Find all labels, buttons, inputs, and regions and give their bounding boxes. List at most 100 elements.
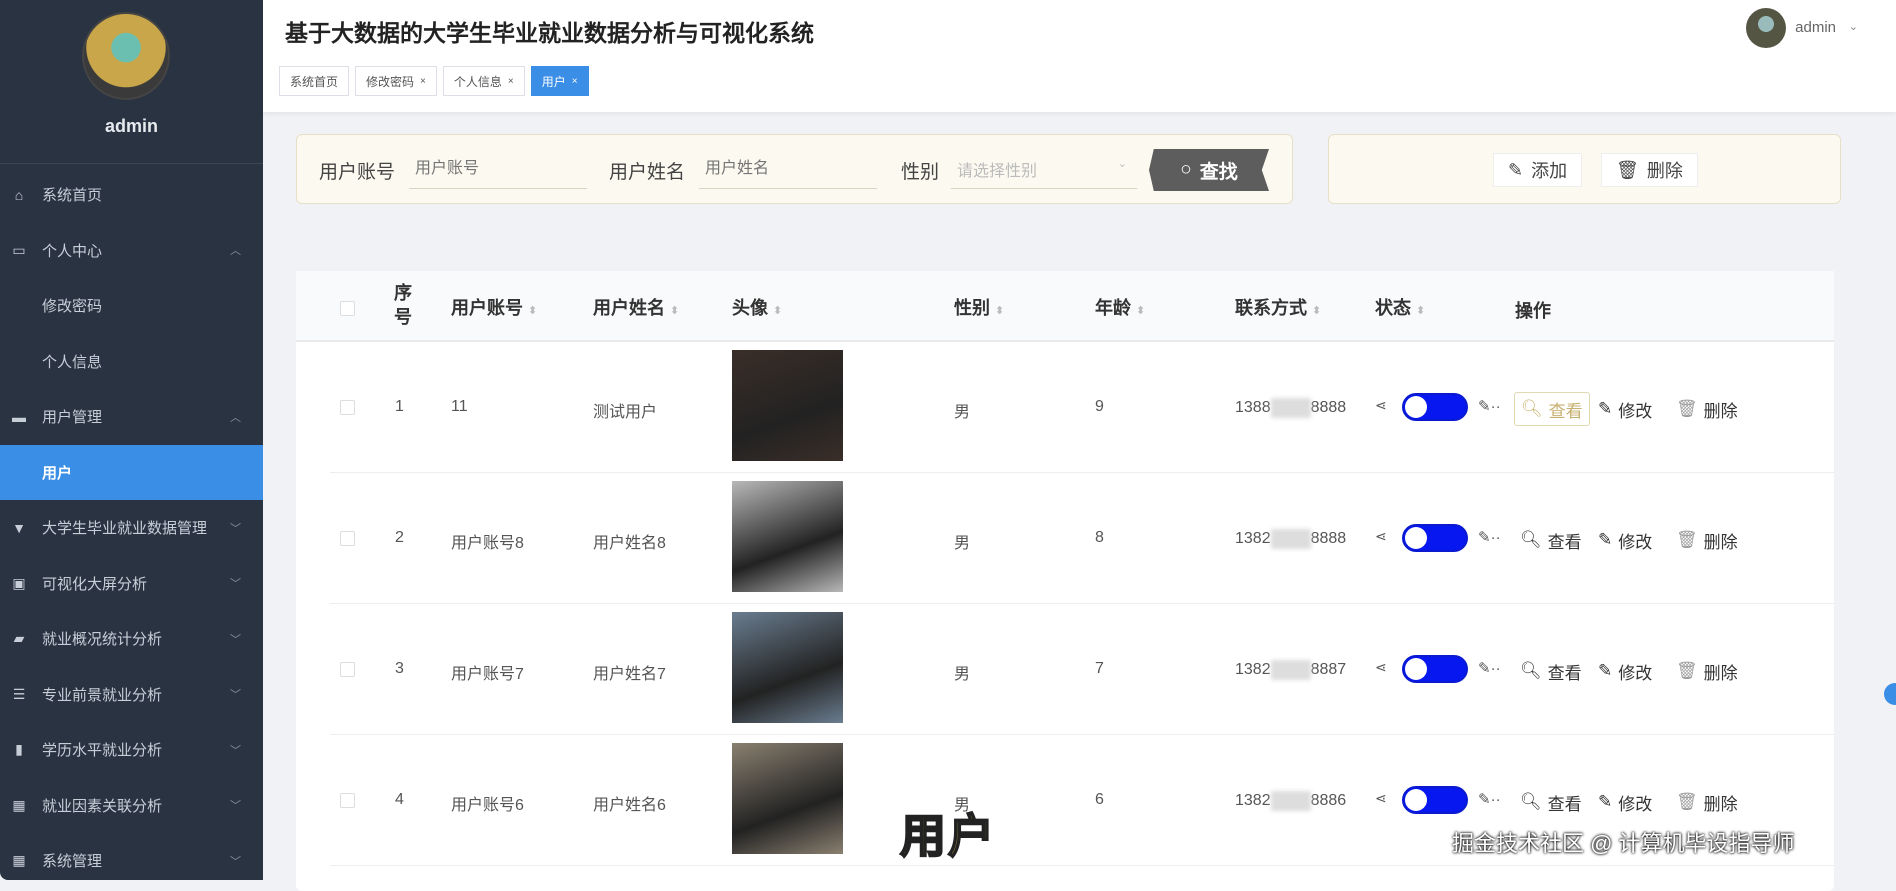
cell-name: 用户姓名6 [593,797,666,814]
row-checkbox[interactable] [340,531,355,546]
status-toggle[interactable] [1402,393,1468,421]
edit-button[interactable]: ✎ 修改 [1592,654,1659,688]
view-button[interactable]: 🔍︎ 查看 [1514,785,1588,819]
trash-icon: 🗑︎ [1676,661,1698,680]
delete-button[interactable]: 🗑︎ 删除 [1670,654,1744,688]
sidebar-item[interactable]: ▰ 就业概况统计分析 ﹀ [0,611,263,666]
sidebar-item[interactable]: ▭ 个人中心 ︿ [0,223,263,278]
status-toggle[interactable] [1402,655,1468,683]
add-button[interactable]: ✎ 添加 [1493,153,1583,187]
chevron-down-icon: ﹀ [230,744,241,757]
chevron-down-icon: ﹀ [230,633,241,646]
header-age[interactable]: 年龄 ⬍ [1095,294,1145,320]
header-name[interactable]: 用户姓名 ⬍ [593,294,679,320]
sort-icon: ⬍ [995,305,1005,317]
row-checkbox[interactable] [340,400,355,415]
cell-index: 4 [395,791,404,808]
delete-button[interactable]: 🗑︎ 删除 [1670,523,1744,557]
sidebar-item-label: 用户 [42,464,73,482]
delete-button[interactable]: 🗑︎ 删除 [1670,392,1744,426]
edit-button[interactable]: ✎ 修改 [1592,785,1659,819]
tab[interactable]: 个人信息 × [442,66,525,96]
edit-icon[interactable]: ✎·· [1478,659,1501,677]
delete-button[interactable]: 🗑 删除 [1601,153,1698,187]
status-toggle[interactable] [1402,524,1468,552]
sidebar-item-label: 系统首页 [42,187,103,204]
gender-label: 性别 [901,162,940,183]
view-button[interactable]: 🔍︎ 查看 [1514,654,1588,688]
gender-select[interactable]: 请选择性别 ⌄ [951,149,1137,189]
delete-button[interactable]: 🗑︎ 删除 [1670,785,1744,819]
cell-name: 测试用户 [593,404,658,421]
account-input[interactable] [409,149,587,189]
avatar-image[interactable] [732,350,843,461]
pencil-icon: ✎ [1598,530,1613,549]
header-status[interactable]: 状态 ⬍ [1375,294,1425,320]
status-toggle[interactable] [1402,786,1468,814]
view-button[interactable]: 🔍︎ 查看 [1514,523,1588,557]
cell-age: 8 [1095,529,1104,546]
share-icon[interactable]: ⋖ [1375,790,1387,807]
chevron-down-icon: ⌄ [1117,158,1127,170]
sidebar-item[interactable]: ▦ 就业因素关联分析 ﹀ [0,778,263,833]
tab[interactable]: 用户 × [530,66,589,96]
sidebar-item-label: 学历水平就业分析 [42,742,163,759]
cell-account: 用户账号8 [451,535,524,552]
sidebar-item[interactable]: ▣ 可视化大屏分析 ﹀ [0,556,263,611]
row-checkbox[interactable] [340,793,355,808]
sidebar-item[interactable]: ▮ 学历水平就业分析 ﹀ [0,722,263,777]
header-avatar[interactable]: 头像 ⬍ [732,294,782,320]
tab[interactable]: 系统首页 [279,66,350,96]
edit-icon[interactable]: ✎·· [1478,528,1501,546]
trash-icon: 🗑︎ [1676,399,1698,418]
avatar-image[interactable] [732,481,843,592]
pencil-icon: ✎ [1598,399,1613,418]
select-all-checkbox[interactable] [340,301,355,316]
user-avatar[interactable] [1746,8,1786,48]
search-icon: ○ [1180,159,1192,180]
tab[interactable]: 修改密码 × [355,66,437,96]
sidebar-item[interactable]: ☰ 专业前景就业分析 ﹀ [0,667,263,722]
sort-icon: ⬍ [1312,305,1322,317]
edit-icon[interactable]: ✎·· [1478,397,1501,415]
add-label: 添加 [1531,161,1568,181]
sidebar-item-label: 可视化大屏分析 [42,575,148,593]
sidebar-item[interactable]: 修改密码 [0,278,263,333]
sidebar-item[interactable]: 个人信息 [0,334,263,389]
sidebar: admin ⌂ 系统首页 ▭ 个人中心 ︿ 修改密码 个人信息 ▬ 用户管理 ︿ 用户 ▼ 大学生毕业就… [0,0,263,880]
card-icon: ▭ [12,241,26,258]
edit-icon: ✎ [1508,159,1524,180]
sidebar-item-label: 系统管理 [42,853,103,870]
find-button[interactable]: ○ 查找 [1149,149,1269,191]
sidebar-item-label: 个人信息 [42,353,103,371]
sidebar-item[interactable]: ▼ 大学生毕业就业数据管理 ﹀ [0,500,263,555]
edit-button[interactable]: ✎ 修改 [1592,523,1659,557]
sidebar-item[interactable]: ▬ 用户管理 ︿ [0,389,263,444]
cell-index: 3 [395,660,404,677]
close-icon[interactable]: × [508,76,514,87]
user-name[interactable]: admin [1795,19,1836,36]
account-label: 用户账号 [319,162,396,183]
share-icon[interactable]: ⋖ [1375,528,1387,545]
header-gender[interactable]: 性别 ⬍ [954,294,1004,320]
avatar-image[interactable] [732,743,843,854]
edit-icon[interactable]: ✎·· [1478,790,1501,808]
sort-icon: ⬍ [773,305,783,317]
sidebar-item[interactable]: 用户 [0,444,263,500]
cell-age: 7 [1095,660,1104,677]
close-icon[interactable]: × [420,76,426,87]
chevron-down-icon[interactable]: ⌄ [1849,20,1858,33]
floating-button[interactable] [1884,683,1896,705]
name-input[interactable] [699,149,877,189]
edit-button[interactable]: ✎ 修改 [1592,392,1659,426]
cell-phone: 1382 8886 [1235,791,1347,811]
share-icon[interactable]: ⋖ [1375,397,1387,414]
row-checkbox[interactable] [340,662,355,677]
header-phone[interactable]: 联系方式 ⬍ [1235,294,1321,320]
avatar-image[interactable] [732,612,843,723]
view-button[interactable]: 🔍︎ 查看 [1514,392,1590,426]
share-icon[interactable]: ⋖ [1375,659,1387,676]
header-account[interactable]: 用户账号 ⬍ [451,294,537,320]
sidebar-item[interactable]: ⌂ 系统首页 [0,167,263,222]
close-icon[interactable]: × [572,76,578,87]
